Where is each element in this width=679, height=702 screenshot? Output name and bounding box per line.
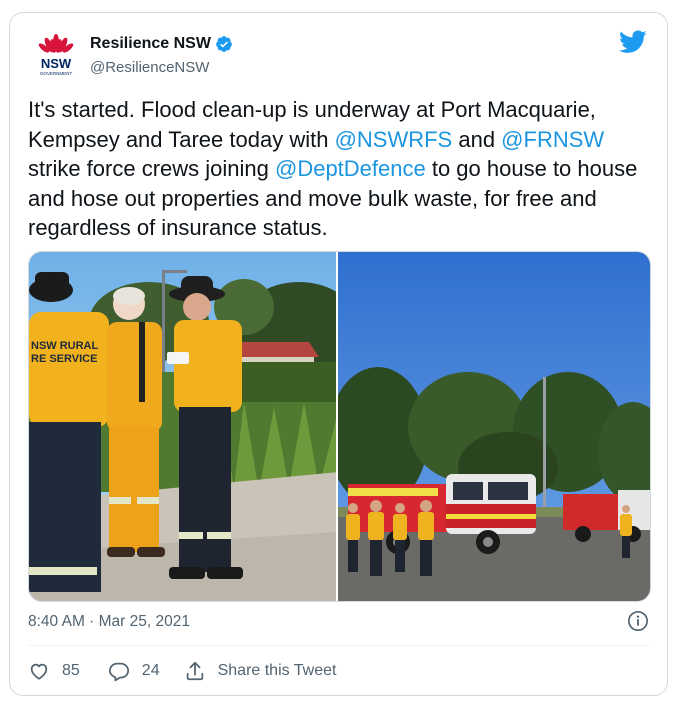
- reply-bubble-icon: [108, 662, 129, 682]
- mention-deptdefence-link[interactable]: @DeptDefence: [275, 156, 426, 181]
- tweet-media: NSW RURAL RE SERVICE: [28, 251, 651, 602]
- author-handle[interactable]: @ResilienceNSW: [90, 59, 209, 76]
- nsw-government-logo[interactable]: NSW GOVERNMENT: [36, 31, 76, 79]
- tweet-header: NSW GOVERNMENT Resilience NSW @Resilienc…: [10, 13, 667, 83]
- tweet-text: It's started. Flood clean-up is underway…: [28, 95, 653, 243]
- twitter-bird-icon[interactable]: [619, 30, 647, 54]
- author-name-row: Resilience NSW: [90, 35, 233, 53]
- share-label: Share this Tweet: [217, 662, 337, 679]
- like-count: 85: [62, 662, 80, 679]
- mention-nswrfs-link[interactable]: @NSWRFS: [335, 127, 453, 152]
- rfs-volunteers-photo[interactable]: NSW RURAL RE SERVICE: [29, 252, 338, 601]
- share-icon: [186, 661, 203, 681]
- heart-icon: [30, 663, 48, 680]
- like-button[interactable]: 85: [28, 660, 80, 682]
- tweet-timestamp[interactable]: 8:40 AM · Mar 25, 2021: [28, 613, 190, 631]
- divider: [28, 645, 649, 646]
- author-display-name[interactable]: Resilience NSW: [90, 35, 211, 53]
- fire-trucks-photo[interactable]: [338, 252, 650, 601]
- info-icon[interactable]: [627, 610, 649, 632]
- reply-count: 24: [141, 662, 160, 679]
- tweet-card[interactable]: NSW GOVERNMENT Resilience NSW @Resilienc…: [9, 12, 668, 696]
- vest-text: RE SERVICE: [31, 353, 97, 365]
- verified-badge-icon: [215, 35, 233, 53]
- mention-frnsw-link[interactable]: @FRNSW: [501, 127, 604, 152]
- share-tweet-button[interactable]: Share this Tweet: [184, 660, 337, 682]
- tweet-actions: 85 24 Share this Tweet: [28, 659, 336, 683]
- tweet-text-part: strike force crews joining: [28, 156, 275, 181]
- tweet-text-part: and: [452, 126, 502, 152]
- vest-text: NSW RURAL: [31, 340, 98, 352]
- logo-text: NSW: [41, 56, 72, 71]
- reply-button[interactable]: 24: [108, 660, 160, 682]
- logo-subtext: GOVERNMENT: [40, 71, 73, 76]
